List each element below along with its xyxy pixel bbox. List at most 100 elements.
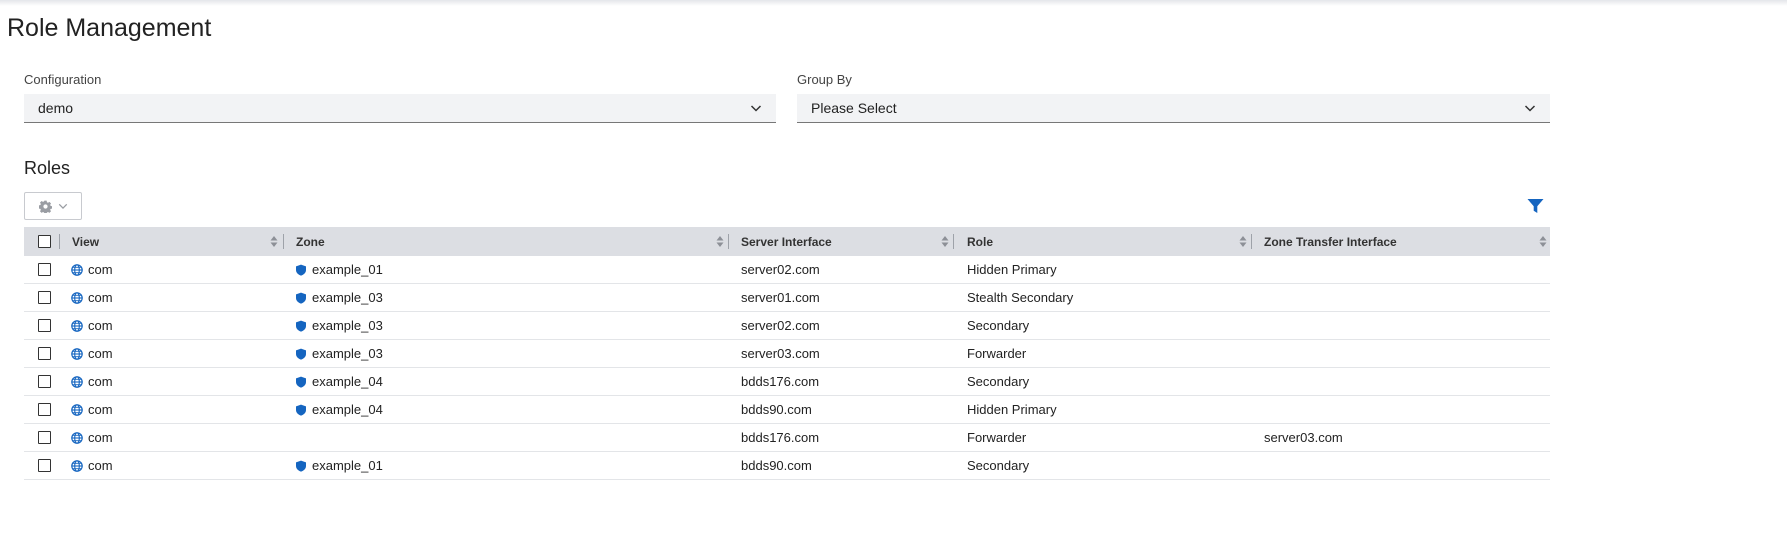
- row-checkbox[interactable]: [38, 347, 51, 360]
- view-cell: com: [71, 396, 113, 423]
- view-value[interactable]: com: [88, 458, 113, 473]
- globe-icon: [71, 403, 83, 416]
- server-interface-cell: bdds90.com: [741, 402, 812, 417]
- sort-icon[interactable]: [1539, 235, 1547, 248]
- zone-cell: example_01: [295, 256, 383, 283]
- shield-icon: [295, 320, 307, 332]
- settings-menu-button[interactable]: [24, 192, 82, 220]
- view-value[interactable]: com: [88, 374, 113, 389]
- role-cell: Stealth Secondary: [967, 290, 1074, 305]
- column-separator: [728, 234, 729, 249]
- roles-section-title: Roles: [24, 158, 71, 178]
- view-cell: com: [71, 368, 113, 395]
- group-by-select[interactable]: Please Select: [797, 94, 1550, 123]
- role-cell: Hidden Primary: [967, 402, 1057, 417]
- chevron-down-icon: [58, 203, 67, 209]
- role-cell: Secondary: [967, 374, 1030, 389]
- row-checkbox[interactable]: [38, 319, 51, 332]
- server-interface-cell: bdds176.com: [741, 374, 820, 389]
- column-separator: [953, 234, 954, 249]
- server-interface-cell: server02.com: [741, 318, 820, 333]
- configuration-select[interactable]: demo: [24, 94, 776, 123]
- view-value[interactable]: com: [88, 318, 113, 333]
- chevron-down-icon: [1524, 105, 1536, 112]
- globe-icon: [71, 291, 83, 304]
- row-checkbox[interactable]: [38, 263, 51, 276]
- roles-table: View Zone Server Interface Role Zone Tra…: [24, 227, 1550, 480]
- configuration-label: Configuration: [24, 72, 102, 87]
- group-by-label: Group By: [797, 72, 852, 87]
- column-separator: [283, 234, 284, 249]
- zone-value[interactable]: example_04: [312, 402, 383, 417]
- zone-value[interactable]: example_03: [312, 346, 383, 361]
- zone-value[interactable]: example_03: [312, 290, 383, 305]
- view-value[interactable]: com: [88, 346, 113, 361]
- server-interface-cell: bdds176.com: [741, 430, 820, 445]
- globe-icon: [71, 263, 83, 276]
- zone-cell: example_03: [295, 340, 383, 367]
- column-header-zone[interactable]: Zone: [296, 227, 325, 256]
- table-body: com example_01 server02.com Hidden Primary c…: [24, 256, 1550, 480]
- globe-icon: [71, 459, 83, 472]
- row-checkbox[interactable]: [38, 403, 51, 416]
- column-header-zone-transfer-interface[interactable]: Zone Transfer Interface: [1264, 227, 1397, 256]
- role-cell: Forwarder: [967, 430, 1027, 445]
- select-all-checkbox[interactable]: [38, 235, 51, 248]
- gear-icon: [38, 200, 52, 213]
- server-interface-cell: bdds90.com: [741, 458, 812, 473]
- role-cell: Hidden Primary: [967, 262, 1057, 277]
- column-separator: [1251, 234, 1252, 249]
- table-row[interactable]: com bdds176.com Forwarder server03.com: [24, 424, 1550, 452]
- table-row[interactable]: com example_03 server03.com Forwarder: [24, 340, 1550, 368]
- table-row[interactable]: com example_01 server02.com Hidden Primary: [24, 256, 1550, 284]
- zone-cell: example_04: [295, 396, 383, 423]
- role-cell: Secondary: [967, 458, 1030, 473]
- sort-icon[interactable]: [270, 235, 278, 248]
- zone-value[interactable]: example_03: [312, 318, 383, 333]
- zone-value[interactable]: example_04: [312, 374, 383, 389]
- row-checkbox[interactable]: [38, 431, 51, 444]
- sort-icon[interactable]: [716, 235, 724, 248]
- role-cell: Forwarder: [967, 346, 1027, 361]
- column-header-server-interface[interactable]: Server Interface: [741, 227, 832, 256]
- view-cell: com: [71, 340, 113, 367]
- zone-cell: example_03: [295, 312, 383, 339]
- sort-icon[interactable]: [941, 235, 949, 248]
- table-row[interactable]: com example_03 server02.com Secondary: [24, 312, 1550, 340]
- server-interface-cell: server03.com: [741, 346, 820, 361]
- table-row[interactable]: com example_03 server01.com Stealth Seconda…: [24, 284, 1550, 312]
- column-header-view[interactable]: View: [72, 227, 99, 256]
- shield-icon: [295, 376, 307, 388]
- globe-icon: [71, 431, 83, 444]
- zone-value[interactable]: example_01: [312, 262, 383, 277]
- table-row[interactable]: com example_04 bdds176.com Secondary: [24, 368, 1550, 396]
- sort-icon[interactable]: [1239, 235, 1247, 248]
- view-value[interactable]: com: [88, 402, 113, 417]
- view-cell: com: [71, 452, 113, 479]
- zone-value[interactable]: example_01: [312, 458, 383, 473]
- filter-icon[interactable]: [1527, 198, 1544, 214]
- top-shadow: [0, 0, 1787, 6]
- shield-icon: [295, 348, 307, 360]
- row-checkbox[interactable]: [38, 291, 51, 304]
- server-interface-cell: server02.com: [741, 262, 820, 277]
- table-row[interactable]: com example_01 bdds90.com Secondary: [24, 452, 1550, 480]
- shield-icon: [295, 460, 307, 472]
- view-value[interactable]: com: [88, 262, 113, 277]
- zone-cell: example_04: [295, 368, 383, 395]
- view-value[interactable]: com: [88, 430, 113, 445]
- shield-icon: [295, 292, 307, 304]
- globe-icon: [71, 375, 83, 388]
- server-interface-cell: server01.com: [741, 290, 820, 305]
- configuration-value: demo: [38, 100, 74, 116]
- view-value[interactable]: com: [88, 290, 113, 305]
- shield-icon: [295, 404, 307, 416]
- row-checkbox[interactable]: [38, 375, 51, 388]
- role-cell: Secondary: [967, 318, 1030, 333]
- table-row[interactable]: com example_04 bdds90.com Hidden Primary: [24, 396, 1550, 424]
- group-by-value: Please Select: [811, 100, 897, 116]
- row-checkbox[interactable]: [38, 459, 51, 472]
- globe-icon: [71, 319, 83, 332]
- column-header-role[interactable]: Role: [967, 227, 993, 256]
- zone-transfer-interface-cell: server03.com: [1264, 430, 1343, 445]
